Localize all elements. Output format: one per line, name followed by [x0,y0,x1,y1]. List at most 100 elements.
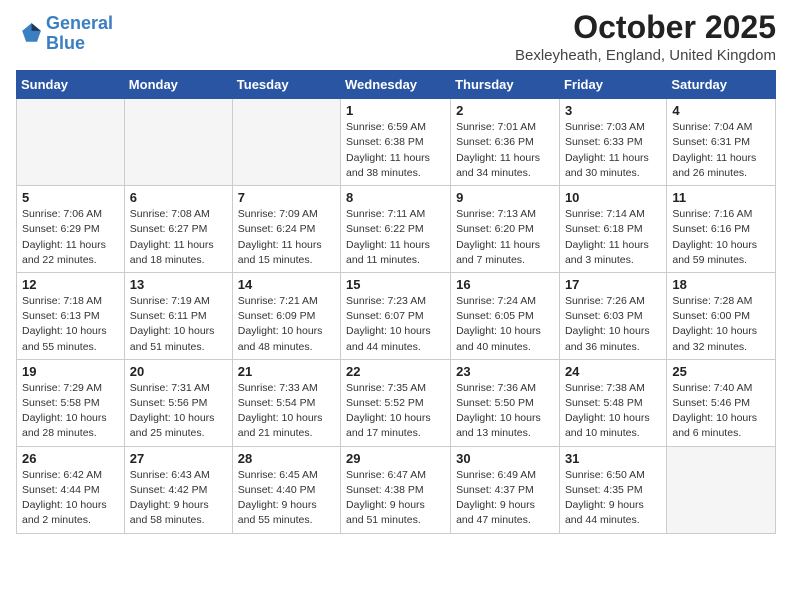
day-info: Sunrise: 7:11 AMSunset: 6:22 PMDaylight:… [346,207,445,268]
day-info: Sunrise: 7:16 AMSunset: 6:16 PMDaylight:… [672,207,770,268]
day-info: Sunrise: 6:50 AMSunset: 4:35 PMDaylight:… [565,468,661,529]
day-number: 17 [565,277,661,292]
day-cell: 16 Sunrise: 7:24 AMSunset: 6:05 PMDayligh… [451,272,560,359]
day-cell [124,99,232,186]
day-number: 28 [238,451,335,466]
day-number: 13 [130,277,227,292]
day-info: Sunrise: 7:14 AMSunset: 6:18 PMDaylight:… [565,207,661,268]
calendar: Sunday Monday Tuesday Wednesday Thursday… [16,70,776,533]
col-tuesday: Tuesday [232,71,340,99]
day-cell: 22 Sunrise: 7:35 AMSunset: 5:52 PMDayligh… [341,359,451,446]
day-info: Sunrise: 7:03 AMSunset: 6:33 PMDaylight:… [565,120,661,181]
day-cell: 15Sunrise: 7:23 AMSunset: 6:07 PMDayligh… [341,272,451,359]
logo-general: General [46,13,113,33]
header: General Blue October 2025 Bexleyheath, E… [16,10,776,64]
day-number: 7 [238,190,335,205]
day-cell: 23Sunrise: 7:36 AMSunset: 5:50 PMDayligh… [451,359,560,446]
day-info: Sunrise: 7:31 AMSunset: 5:56 PMDaylight:… [130,381,227,442]
day-number: 11 [672,190,770,205]
day-cell [667,446,776,533]
day-info: Sunrise: 7:04 AMSunset: 6:31 PMDaylight:… [672,120,770,181]
day-info: Sunrise: 6:47 AMSunset: 4:38 PMDaylight:… [346,468,445,529]
day-cell: 10Sunrise: 7:14 AMSunset: 6:18 PMDayligh… [559,186,666,273]
day-cell: 30 Sunrise: 6:49 AMSunset: 4:37 PMDayligh… [451,446,560,533]
day-number: 6 [130,190,227,205]
day-info: Sunrise: 7:35 AMSunset: 5:52 PMDaylight:… [346,381,445,442]
location: Bexleyheath, England, United Kingdom [515,47,776,64]
day-cell: 17Sunrise: 7:26 AMSunset: 6:03 PMDayligh… [559,272,666,359]
day-cell: 19 Sunrise: 7:29 AMSunset: 5:58 PMDayligh… [17,359,125,446]
day-number: 25 [672,364,770,379]
day-cell: 6 Sunrise: 7:08 AMSunset: 6:27 PMDaylight… [124,186,232,273]
day-info: Sunrise: 7:08 AMSunset: 6:27 PMDaylight:… [130,207,227,268]
day-cell: 1 Sunrise: 6:59 AMSunset: 6:38 PMDaylight… [341,99,451,186]
day-cell: 12Sunrise: 7:18 AMSunset: 6:13 PMDayligh… [17,272,125,359]
day-cell: 3 Sunrise: 7:03 AMSunset: 6:33 PMDaylight… [559,99,666,186]
col-friday: Friday [559,71,666,99]
page: General Blue October 2025 Bexleyheath, E… [0,0,792,550]
week-row-5: 26 Sunrise: 6:42 AMSunset: 4:44 PMDayligh… [17,446,776,533]
day-number: 14 [238,277,335,292]
day-info: Sunrise: 7:29 AMSunset: 5:58 PMDaylight:… [22,381,119,442]
day-number: 18 [672,277,770,292]
day-number: 22 [346,364,445,379]
day-cell: 29 Sunrise: 6:47 AMSunset: 4:38 PMDayligh… [341,446,451,533]
day-cell: 4 Sunrise: 7:04 AMSunset: 6:31 PMDaylight… [667,99,776,186]
day-cell: 2 Sunrise: 7:01 AMSunset: 6:36 PMDaylight… [451,99,560,186]
day-cell: 11 Sunrise: 7:16 AMSunset: 6:16 PMDayligh… [667,186,776,273]
title-block: October 2025 Bexleyheath, England, Unite… [515,10,776,64]
col-monday: Monday [124,71,232,99]
logo: General Blue [16,14,113,54]
day-number: 31 [565,451,661,466]
day-cell: 9 Sunrise: 7:13 AMSunset: 6:20 PMDaylight… [451,186,560,273]
day-info: Sunrise: 7:21 AMSunset: 6:09 PMDaylight:… [238,294,335,355]
week-row-4: 19 Sunrise: 7:29 AMSunset: 5:58 PMDayligh… [17,359,776,446]
day-number: 26 [22,451,119,466]
col-wednesday: Wednesday [341,71,451,99]
day-number: 4 [672,103,770,118]
day-info: Sunrise: 6:49 AMSunset: 4:37 PMDaylight:… [456,468,554,529]
day-cell: 20Sunrise: 7:31 AMSunset: 5:56 PMDayligh… [124,359,232,446]
day-cell: 26 Sunrise: 6:42 AMSunset: 4:44 PMDayligh… [17,446,125,533]
day-info: Sunrise: 7:28 AMSunset: 6:00 PMDaylight:… [672,294,770,355]
day-number: 30 [456,451,554,466]
day-number: 3 [565,103,661,118]
day-cell: 28 Sunrise: 6:45 AMSunset: 4:40 PMDayligh… [232,446,340,533]
day-info: Sunrise: 6:42 AMSunset: 4:44 PMDaylight:… [22,468,119,529]
day-info: Sunrise: 7:19 AMSunset: 6:11 PMDaylight:… [130,294,227,355]
day-number: 5 [22,190,119,205]
day-number: 15 [346,277,445,292]
day-cell [232,99,340,186]
week-row-2: 5 Sunrise: 7:06 AMSunset: 6:29 PMDaylight… [17,186,776,273]
day-cell: 27Sunrise: 6:43 AMSunset: 4:42 PMDayligh… [124,446,232,533]
day-info: Sunrise: 7:40 AMSunset: 5:46 PMDaylight:… [672,381,770,442]
day-info: Sunrise: 7:06 AMSunset: 6:29 PMDaylight:… [22,207,119,268]
logo-icon [16,20,44,48]
day-number: 29 [346,451,445,466]
day-number: 9 [456,190,554,205]
day-number: 16 [456,277,554,292]
day-cell: 7Sunrise: 7:09 AMSunset: 6:24 PMDaylight… [232,186,340,273]
day-number: 1 [346,103,445,118]
day-cell: 14 Sunrise: 7:21 AMSunset: 6:09 PMDayligh… [232,272,340,359]
logo-text: General Blue [46,14,113,54]
day-info: Sunrise: 7:24 AMSunset: 6:05 PMDaylight:… [456,294,554,355]
day-number: 19 [22,364,119,379]
day-info: Sunrise: 7:13 AMSunset: 6:20 PMDaylight:… [456,207,554,268]
day-number: 2 [456,103,554,118]
col-sunday: Sunday [17,71,125,99]
month-title: October 2025 [515,10,776,45]
day-number: 23 [456,364,554,379]
day-number: 8 [346,190,445,205]
day-cell: 8 Sunrise: 7:11 AMSunset: 6:22 PMDaylight… [341,186,451,273]
day-cell [17,99,125,186]
day-info: Sunrise: 7:38 AMSunset: 5:48 PMDaylight:… [565,381,661,442]
week-row-1: 1 Sunrise: 6:59 AMSunset: 6:38 PMDaylight… [17,99,776,186]
day-number: 24 [565,364,661,379]
day-info: Sunrise: 6:45 AMSunset: 4:40 PMDaylight:… [238,468,335,529]
day-info: Sunrise: 7:01 AMSunset: 6:36 PMDaylight:… [456,120,554,181]
day-number: 21 [238,364,335,379]
day-info: Sunrise: 6:59 AMSunset: 6:38 PMDaylight:… [346,120,445,181]
day-cell: 21Sunrise: 7:33 AMSunset: 5:54 PMDayligh… [232,359,340,446]
day-info: Sunrise: 6:43 AMSunset: 4:42 PMDaylight:… [130,468,227,529]
